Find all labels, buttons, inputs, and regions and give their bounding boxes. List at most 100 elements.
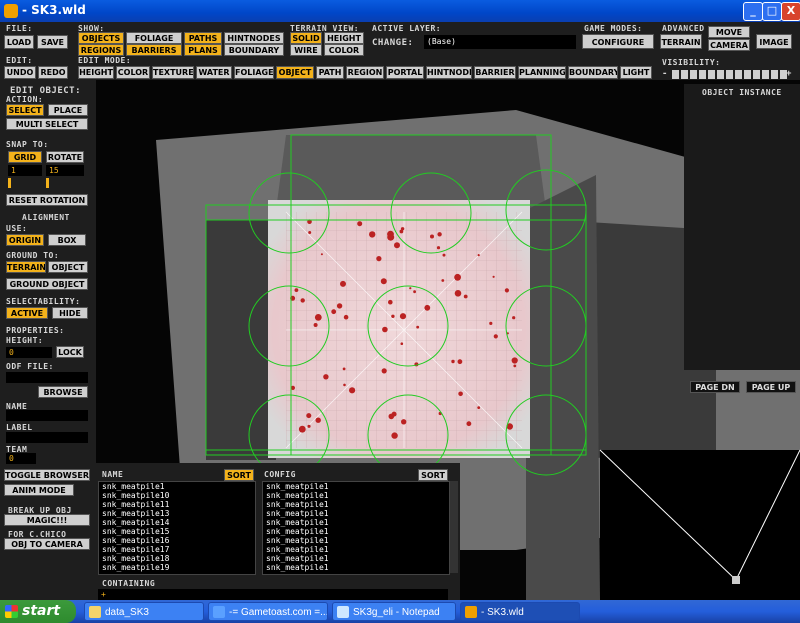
name-list[interactable]: snk_meatpile1 snk_meatpile10 snk_meatpile1…: [98, 481, 256, 575]
name-list-item[interactable]: snk_meatpile18: [99, 554, 255, 563]
config-list-item[interactable]: snk_meatpile1: [263, 491, 449, 500]
config-list-item[interactable]: snk_meatpile1: [263, 554, 449, 563]
edit-mode-color-button[interactable]: Color: [116, 66, 150, 79]
save-button[interactable]: Save: [37, 35, 68, 49]
task-data-sk3[interactable]: data_SK3: [84, 602, 204, 621]
config-scrollbar[interactable]: [450, 481, 458, 573]
hide-button[interactable]: Hide: [52, 307, 88, 319]
show-paths-button[interactable]: Paths: [184, 32, 222, 44]
edit-mode-height-button[interactable]: Height: [78, 66, 114, 79]
visibility-step[interactable]: [762, 70, 769, 79]
edit-mode-path-button[interactable]: Path: [316, 66, 344, 79]
visibility-plus[interactable]: +: [786, 69, 792, 79]
name-list-item[interactable]: snk_meatpile11: [99, 500, 255, 509]
label-field[interactable]: [6, 432, 88, 443]
close-button[interactable]: X: [781, 2, 800, 21]
visibility-step[interactable]: [735, 70, 742, 79]
visibility-step[interactable]: [726, 70, 733, 79]
visibility-step[interactable]: [771, 70, 778, 79]
config-list-item[interactable]: snk_meatpile1: [263, 536, 449, 545]
rotate-slider[interactable]: [46, 178, 49, 188]
odf-file-field[interactable]: [6, 372, 88, 383]
edit-mode-texture-button[interactable]: Texture: [152, 66, 194, 79]
name-list-item[interactable]: snk_meatpile13: [99, 509, 255, 518]
select-button[interactable]: Select: [6, 104, 44, 116]
box-button[interactable]: Box: [48, 234, 86, 246]
place-button[interactable]: Place: [48, 104, 88, 116]
config-list-item[interactable]: snk_meatpile1: [263, 500, 449, 509]
show-plans-button[interactable]: Plans: [184, 44, 222, 56]
visibility-step[interactable]: [717, 70, 724, 79]
config-sort-button[interactable]: Sort: [418, 469, 448, 481]
terrain-color-button[interactable]: Color: [324, 44, 364, 56]
image-button[interactable]: Image: [756, 34, 792, 49]
config-list[interactable]: snk_meatpile1 snk_meatpile1 snk_meatpile1 s…: [262, 481, 450, 575]
undo-button[interactable]: Undo: [4, 66, 36, 79]
anim-mode-button[interactable]: Anim Mode: [4, 484, 74, 496]
redo-button[interactable]: Redo: [38, 66, 68, 79]
visibility-step[interactable]: [753, 70, 760, 79]
grid-value-field[interactable]: 1: [8, 165, 42, 176]
name-list-item[interactable]: snk_meatpile16: [99, 536, 255, 545]
start-button[interactable]: start: [0, 600, 76, 623]
edit-mode-hintnode-button[interactable]: HintNode: [426, 66, 472, 79]
name-list-item[interactable]: snk_meatpile10: [99, 491, 255, 500]
camera-button[interactable]: Camera: [708, 39, 750, 51]
active-layer-field[interactable]: (Base): [424, 35, 576, 49]
config-list-item[interactable]: snk_meatpile1: [263, 545, 449, 554]
rotate-value-field[interactable]: 15: [46, 165, 84, 176]
magic-button[interactable]: Magic!!!: [4, 514, 90, 526]
visibility-step[interactable]: [708, 70, 715, 79]
move-button[interactable]: Move: [708, 26, 750, 38]
edit-mode-object-button[interactable]: Object: [276, 66, 314, 79]
visibility-step[interactable]: [681, 70, 688, 79]
show-hintnodes-button[interactable]: HintNodes: [224, 32, 284, 44]
origin-button[interactable]: Origin: [6, 234, 44, 246]
show-foliage-button[interactable]: Foliage: [126, 32, 182, 44]
edit-mode-barrier-button[interactable]: Barrier: [474, 66, 516, 79]
containing-field[interactable]: +: [98, 589, 448, 600]
reset-rotation-button[interactable]: Reset Rotation: [6, 194, 88, 206]
configure-button[interactable]: Configure: [582, 34, 654, 49]
name-list-item[interactable]: snk_meatpile17: [99, 545, 255, 554]
show-objects-button[interactable]: Objects: [78, 32, 124, 44]
visibility-minus[interactable]: -: [662, 69, 668, 79]
name-list-item[interactable]: snk_meatpile14: [99, 518, 255, 527]
snap-grid-button[interactable]: Grid: [8, 151, 42, 163]
name-sort-button[interactable]: Sort: [224, 469, 254, 481]
terrain-wire-button[interactable]: Wire: [290, 44, 322, 56]
edit-mode-portal-button[interactable]: Portal: [386, 66, 424, 79]
visibility-step[interactable]: [744, 70, 751, 79]
snap-rotate-button[interactable]: Rotate: [46, 151, 84, 163]
config-list-item[interactable]: snk_meatpile1: [263, 563, 449, 572]
advanced-terrain-button[interactable]: Terrain: [660, 34, 702, 49]
config-list-item[interactable]: snk_meatpile1: [263, 482, 449, 491]
browse-button[interactable]: Browse: [38, 386, 88, 398]
ground-object-toggle[interactable]: Object: [48, 261, 88, 273]
toggle-browser-button[interactable]: Toggle Browser: [4, 469, 90, 481]
edit-mode-foliage-button[interactable]: Foliage: [234, 66, 274, 79]
page-up-button[interactable]: Page Up: [746, 381, 796, 393]
config-list-item[interactable]: snk_meatpile1: [263, 518, 449, 527]
name-list-item[interactable]: snk_meatpile19: [99, 563, 255, 572]
task-sk3-wld[interactable]: - SK3.wld: [460, 602, 580, 621]
page-dn-button[interactable]: Page Dn: [690, 381, 740, 393]
height-field[interactable]: 0: [6, 347, 52, 358]
visibility-step[interactable]: [699, 70, 706, 79]
edit-mode-region-button[interactable]: Region: [346, 66, 384, 79]
grid-slider[interactable]: [8, 178, 11, 188]
config-list-item[interactable]: snk_meatpile1: [263, 527, 449, 536]
obj-to-camera-button[interactable]: Obj To Camera: [4, 538, 90, 550]
lock-button[interactable]: Lock: [56, 346, 84, 358]
minimize-button[interactable]: _: [743, 2, 763, 21]
config-list-item[interactable]: snk_meatpile1: [263, 509, 449, 518]
name-list-item[interactable]: snk_meatpile15: [99, 527, 255, 536]
task-gametoast[interactable]: -= Gametoast.com =...: [208, 602, 328, 621]
edit-mode-planning-button[interactable]: Planning: [518, 66, 566, 79]
visibility-step[interactable]: [690, 70, 697, 79]
visibility-step[interactable]: [672, 70, 679, 79]
show-barriers-button[interactable]: Barriers: [126, 44, 182, 56]
load-button[interactable]: Load: [4, 35, 34, 49]
show-boundary-button[interactable]: Boundary: [224, 44, 284, 56]
edit-mode-light-button[interactable]: Light: [620, 66, 652, 79]
